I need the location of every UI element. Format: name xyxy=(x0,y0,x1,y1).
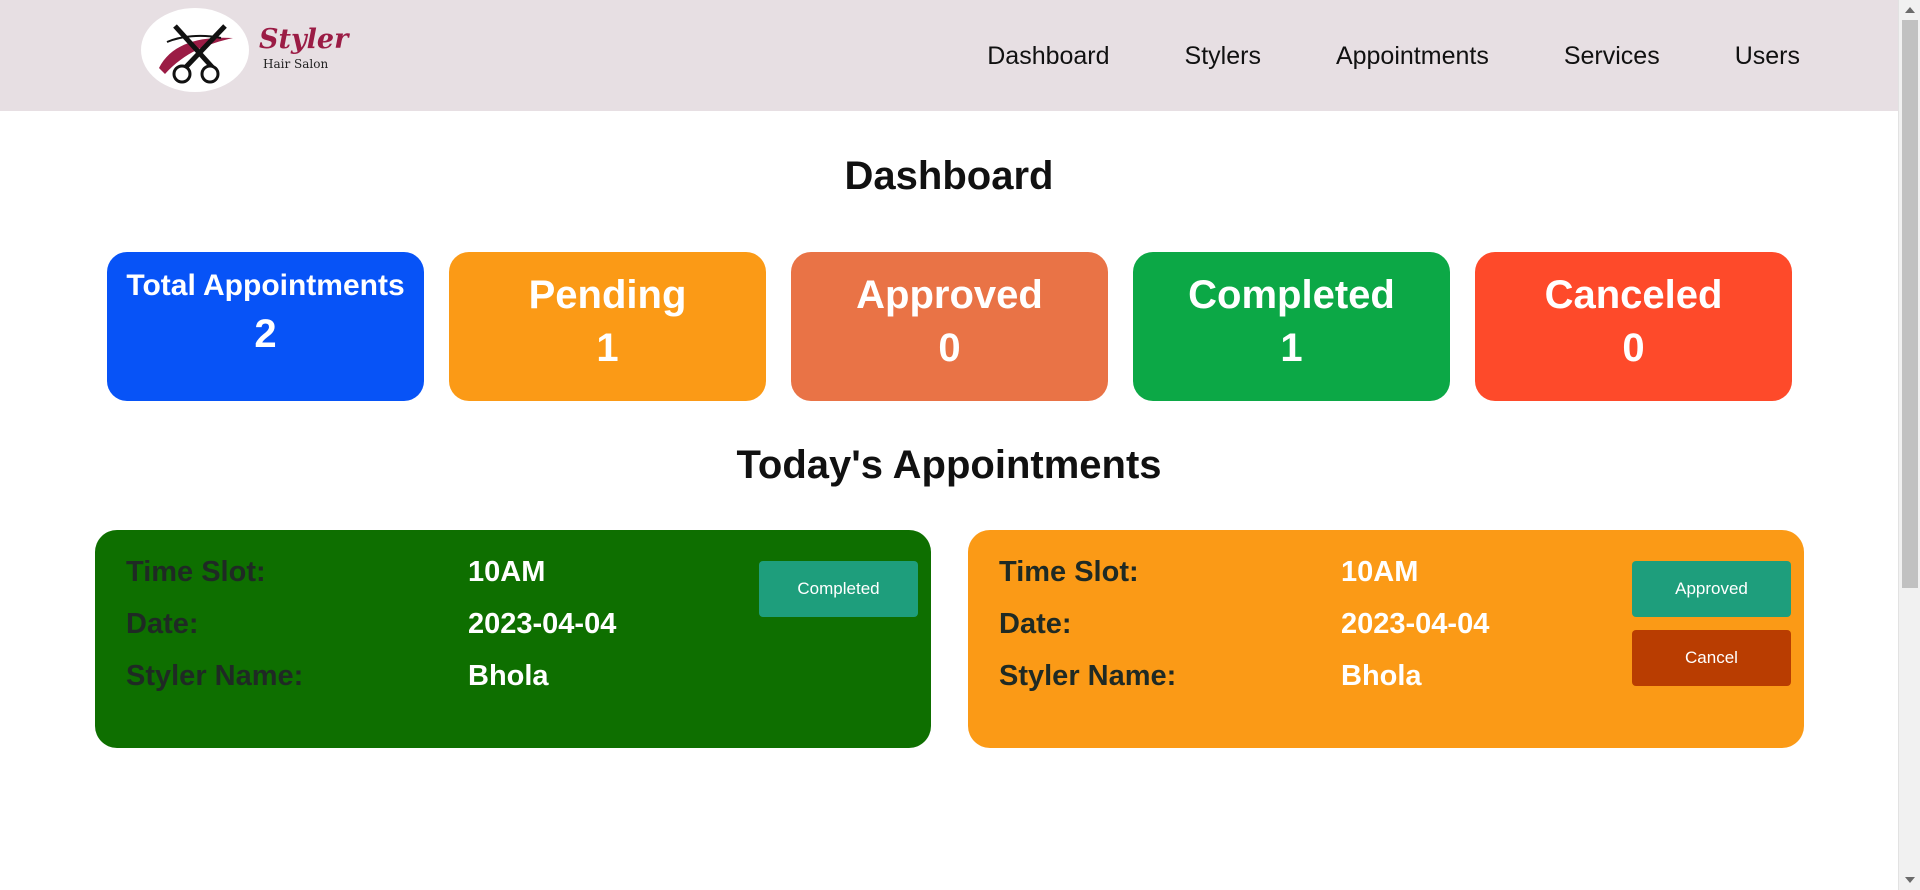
nav-link-appointments[interactable]: Appointments xyxy=(1336,40,1489,72)
scissors-icon xyxy=(159,24,233,84)
date-value: 2023-04-04 xyxy=(1341,608,1490,640)
cancel-button[interactable]: Cancel xyxy=(1632,630,1791,686)
time-slot-label: Time Slot: xyxy=(999,556,1139,588)
appointment-card: Time Slot: 10AM Date: 2023-04-04 Styler … xyxy=(95,530,931,748)
stat-value: 0 xyxy=(938,326,961,370)
styler-name-label: Styler Name: xyxy=(126,660,304,692)
stat-label: Canceled xyxy=(1544,273,1723,317)
date-value: 2023-04-04 xyxy=(468,608,617,640)
stat-card-total-appointments: Total Appointments 2 xyxy=(107,252,424,401)
stat-label: Approved xyxy=(856,273,1043,317)
todays-appointments-title: Today's Appointments xyxy=(736,443,1162,487)
stat-value: 1 xyxy=(1280,326,1303,370)
approved-button[interactable]: Approved xyxy=(1632,561,1791,617)
nav-link-users[interactable]: Users xyxy=(1735,40,1800,72)
date-label: Date: xyxy=(126,608,199,640)
nav-link-dashboard[interactable]: Dashboard xyxy=(987,40,1109,72)
time-slot-value: 10AM xyxy=(468,556,546,588)
vertical-scrollbar[interactable] xyxy=(1898,0,1920,890)
styler-name-label: Styler Name: xyxy=(999,660,1177,692)
date-label: Date: xyxy=(999,608,1072,640)
brand-subtitle: Hair Salon xyxy=(263,57,329,71)
nav-link-stylers[interactable]: Stylers xyxy=(1185,40,1261,72)
stat-label: Completed xyxy=(1188,273,1395,317)
stat-card-completed: Completed 1 xyxy=(1133,252,1450,401)
time-slot-value: 10AM xyxy=(1341,556,1419,588)
scroll-up-arrow-icon[interactable] xyxy=(1905,7,1915,13)
stat-value: 2 xyxy=(254,312,277,356)
stat-card-pending: Pending 1 xyxy=(449,252,766,401)
time-slot-label: Time Slot: xyxy=(126,556,266,588)
stat-value: 1 xyxy=(596,326,619,370)
stat-label: Pending xyxy=(528,273,687,317)
navbar: Styler Hair Salon Dashboard Stylers Appo… xyxy=(0,0,1898,111)
nav-link-services[interactable]: Services xyxy=(1564,40,1660,72)
scrollbar-thumb[interactable] xyxy=(1902,20,1918,588)
completed-button[interactable]: Completed xyxy=(759,561,918,617)
stat-card-canceled: Canceled 0 xyxy=(1475,252,1792,401)
appointment-card: Time Slot: 10AM Date: 2023-04-04 Styler … xyxy=(968,530,1804,748)
brand-name: Styler xyxy=(259,24,349,55)
main-nav: Dashboard Stylers Appointments Services … xyxy=(987,40,1800,72)
scroll-down-arrow-icon[interactable] xyxy=(1905,877,1915,883)
styler-name-value: Bhola xyxy=(1341,660,1422,692)
stat-value: 0 xyxy=(1622,326,1645,370)
page-title: Dashboard xyxy=(844,154,1054,198)
stat-label: Total Appointments xyxy=(126,269,405,302)
salon-logo[interactable] xyxy=(141,8,249,92)
stat-card-approved: Approved 0 xyxy=(791,252,1108,401)
styler-name-value: Bhola xyxy=(468,660,549,692)
brand: Styler Hair Salon xyxy=(259,24,348,72)
